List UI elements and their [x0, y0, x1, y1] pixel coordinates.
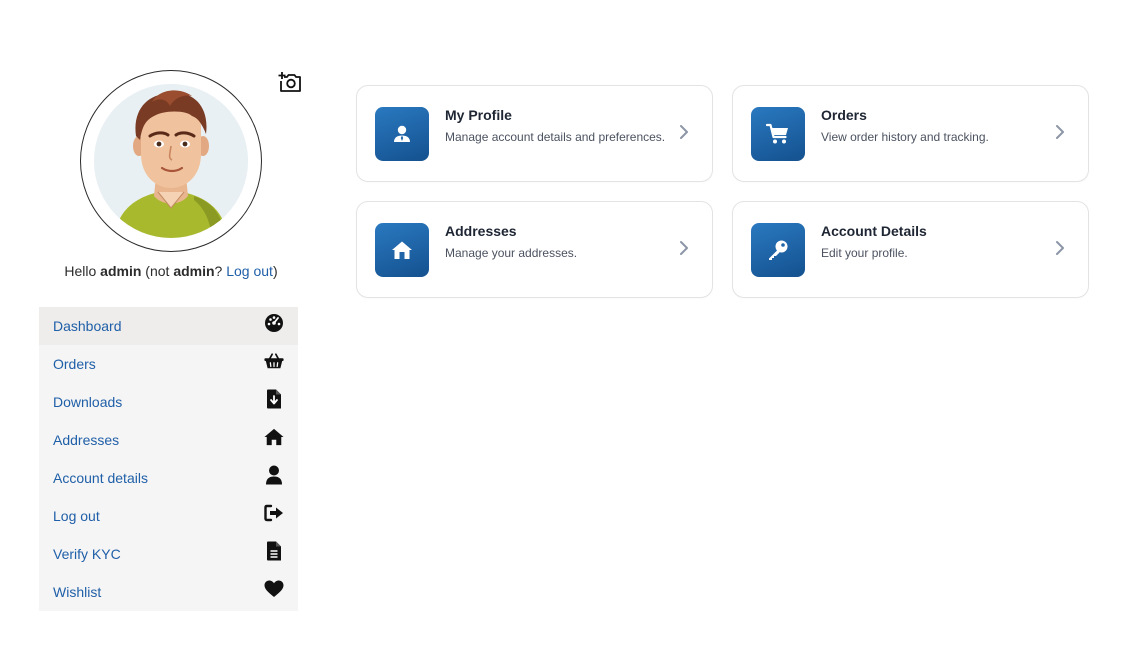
card-my-profile[interactable]: My Profile Manage account details and pr…	[356, 85, 713, 182]
nav-item-label: Dashboard	[53, 318, 122, 334]
nav-item-verify-kyc[interactable]: Verify KYC	[39, 535, 298, 573]
nav-item-wishlist[interactable]: Wishlist	[39, 573, 298, 611]
nav-item-downloads[interactable]: Downloads	[39, 383, 298, 421]
nav-item-dashboard[interactable]: Dashboard	[39, 307, 298, 345]
card-account-details[interactable]: Account Details Edit your profile.	[732, 201, 1089, 298]
greeting-not-prefix: (not	[145, 263, 170, 279]
card-title: Orders	[821, 107, 867, 123]
chevron-right-icon	[678, 240, 690, 256]
card-title: My Profile	[445, 107, 512, 123]
home-icon	[375, 223, 429, 277]
nav-item-addresses[interactable]: Addresses	[39, 421, 298, 459]
account-dashboard: Hello admin (not admin? Log out) Dashboa…	[0, 0, 1135, 670]
nav-item-label: Orders	[53, 356, 96, 372]
heart-icon	[264, 579, 284, 599]
greeting-logout-link[interactable]: Log out	[226, 263, 273, 279]
card-description: Manage your addresses.	[445, 246, 578, 260]
camera-plus-icon[interactable]	[278, 71, 302, 93]
card-addresses[interactable]: Addresses Manage your addresses.	[356, 201, 713, 298]
greeting-text: Hello admin (not admin? Log out)	[0, 263, 342, 279]
nav-item-account-details[interactable]: Account details	[39, 459, 298, 497]
greeting-username: admin	[100, 263, 142, 279]
file-download-icon	[264, 389, 284, 409]
nav-item-label: Wishlist	[53, 584, 102, 600]
greeting-not-username: admin	[173, 263, 215, 279]
nav-item-label: Downloads	[53, 394, 123, 410]
nav-item-label: Addresses	[53, 432, 120, 448]
chevron-right-icon	[1054, 124, 1066, 140]
nav-item-log-out[interactable]: Log out	[39, 497, 298, 535]
account-navigation: Dashboard Orders Downloads Addresses Acc…	[39, 307, 298, 611]
nav-item-orders[interactable]: Orders	[39, 345, 298, 383]
greeting-close-paren: )	[272, 263, 278, 279]
nav-item-label: Verify KYC	[53, 546, 121, 562]
key-icon	[751, 223, 805, 277]
user-icon	[264, 465, 284, 485]
home-icon	[264, 427, 284, 447]
user-icon	[375, 107, 429, 161]
gauge-icon	[264, 313, 284, 333]
greeting-hello: Hello	[64, 263, 97, 279]
avatar-image	[94, 84, 248, 238]
card-description: Edit your profile.	[821, 246, 908, 260]
chevron-right-icon	[678, 124, 690, 140]
avatar	[80, 70, 262, 252]
cart-icon	[751, 107, 805, 161]
card-orders[interactable]: Orders View order history and tracking.	[732, 85, 1089, 182]
greeting-question: ?	[214, 263, 223, 279]
card-title: Account Details	[821, 223, 927, 239]
card-title: Addresses	[445, 223, 517, 239]
document-icon	[264, 541, 284, 561]
logout-icon	[264, 503, 284, 523]
nav-item-label: Account details	[53, 470, 148, 486]
chevron-right-icon	[1054, 240, 1066, 256]
basket-icon	[264, 351, 284, 371]
nav-item-label: Log out	[53, 508, 100, 524]
card-description: View order history and tracking.	[821, 130, 989, 144]
card-description: Manage account details and preferences.	[445, 130, 666, 144]
